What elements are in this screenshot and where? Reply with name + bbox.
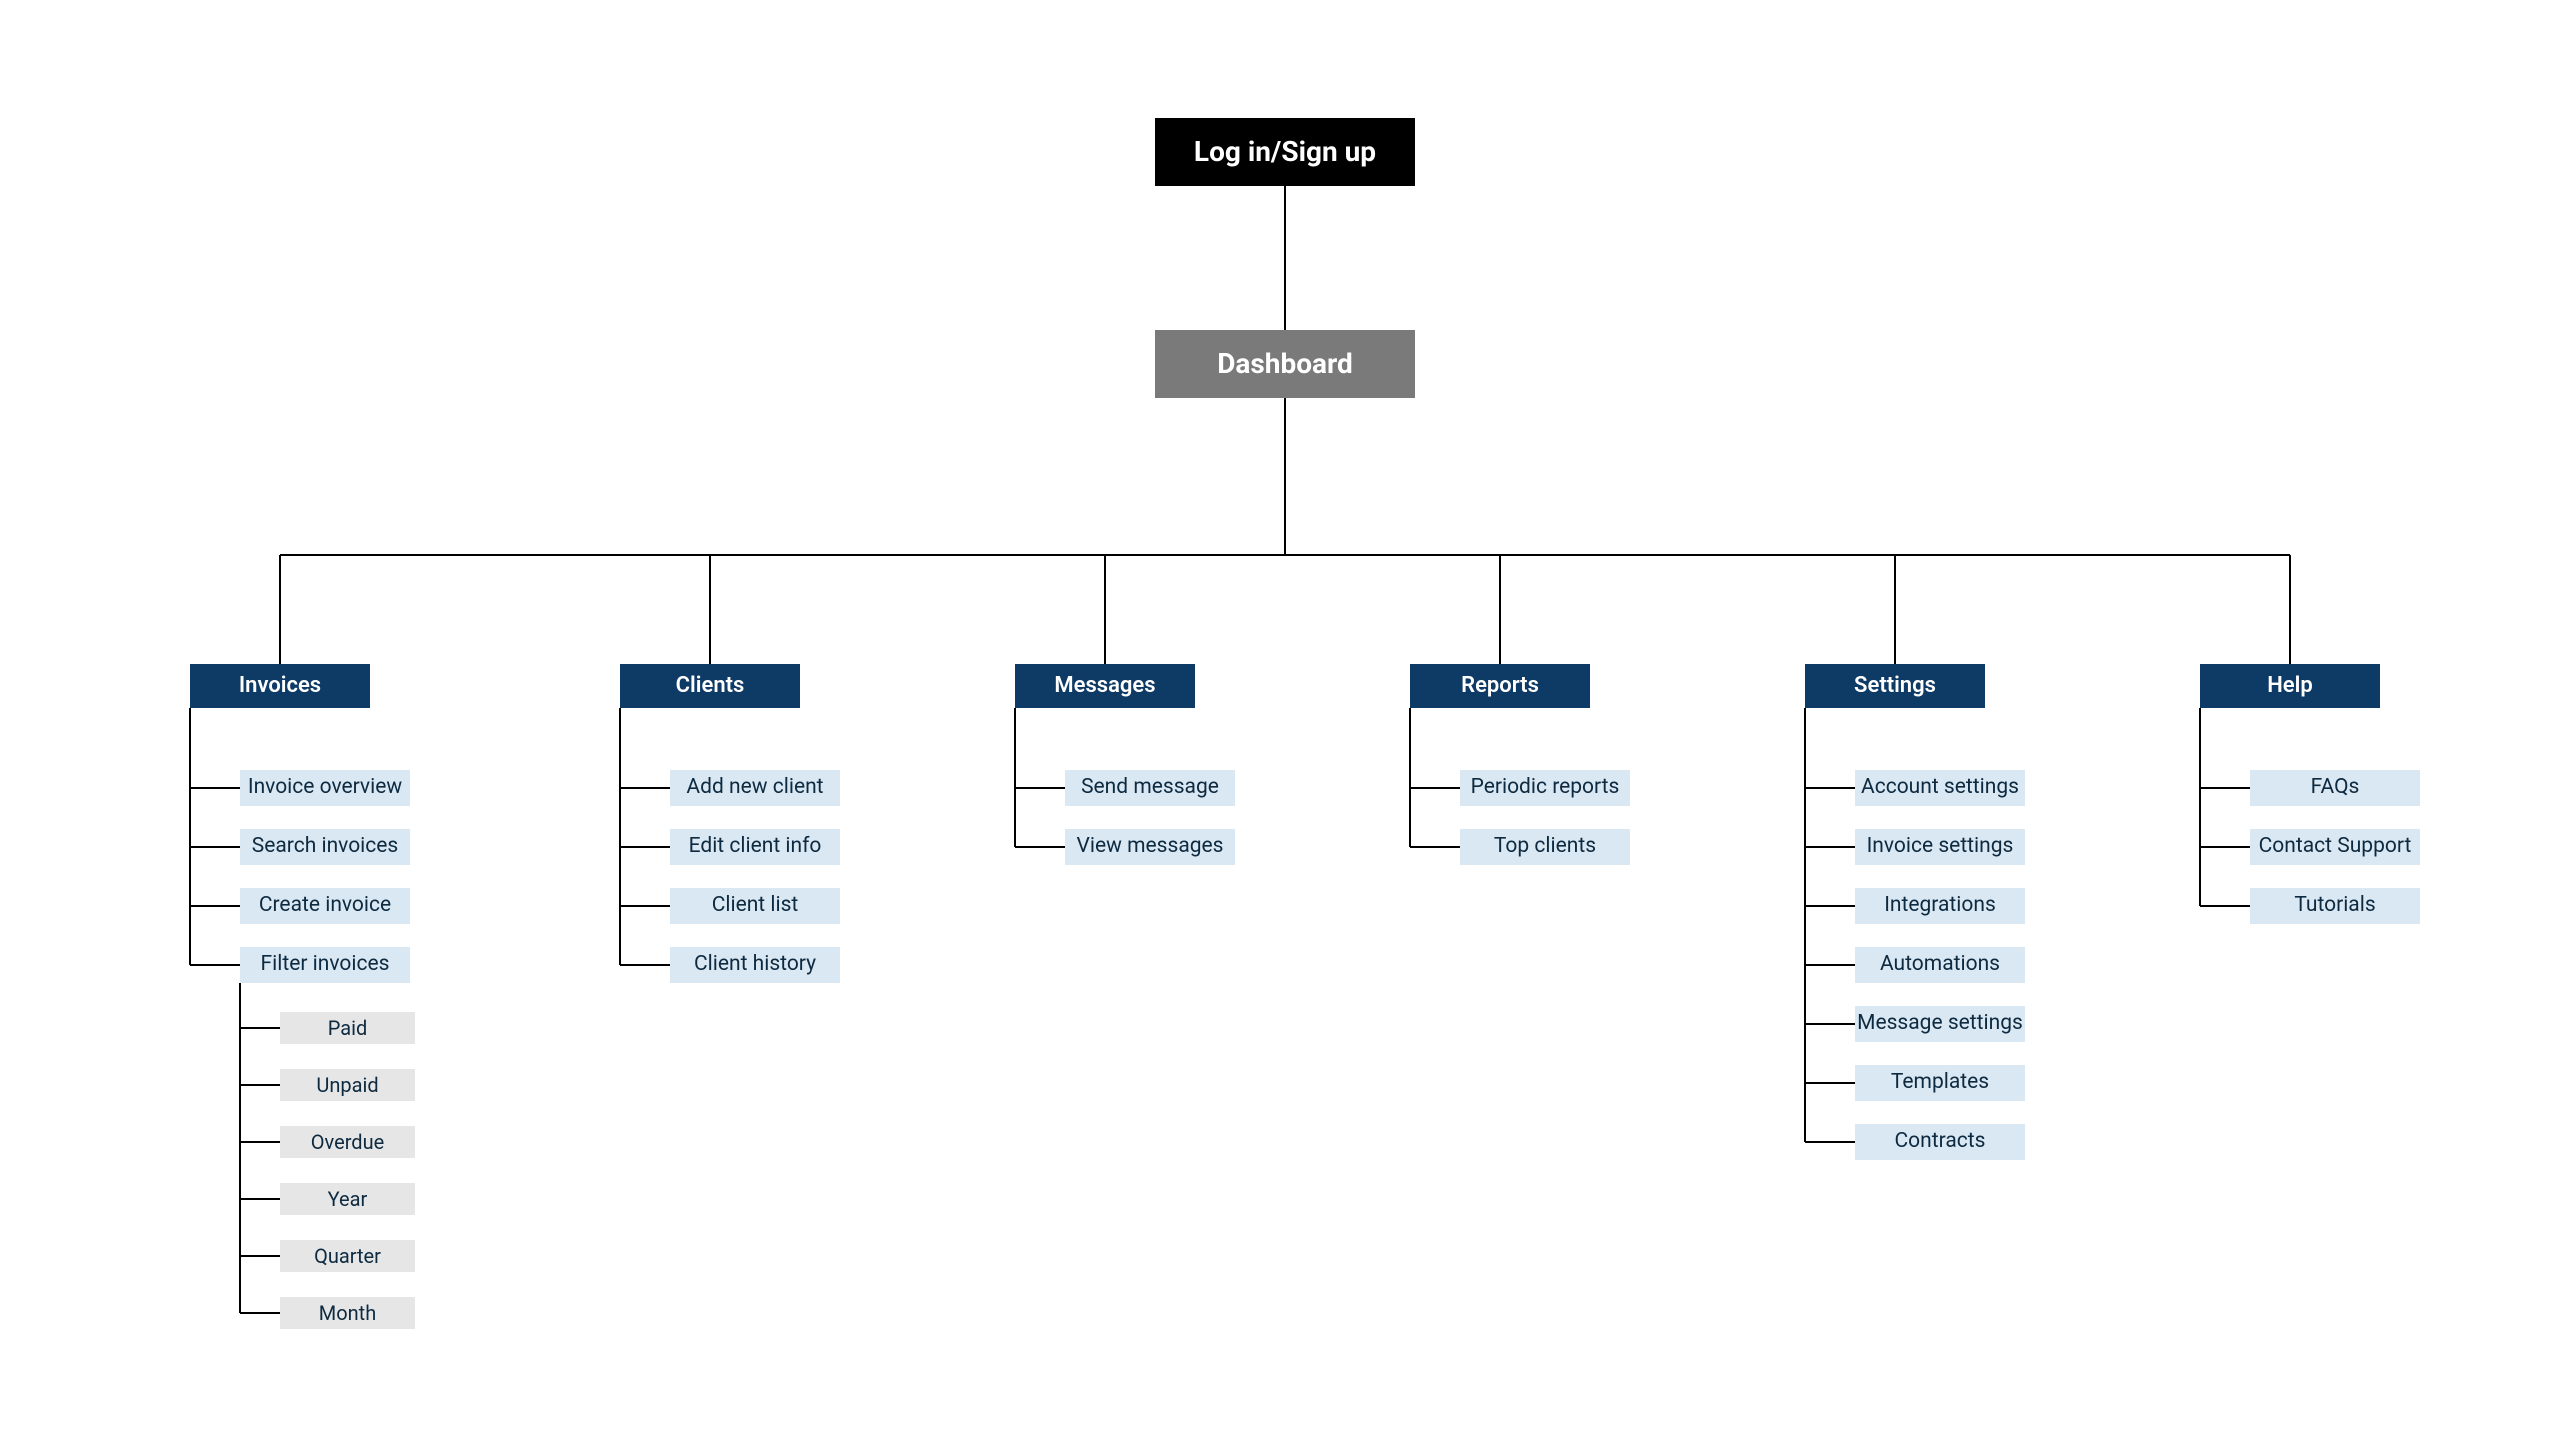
- subitem: Periodic reports: [1460, 770, 1630, 806]
- dashboard-node: Dashboard: [1155, 330, 1415, 398]
- subsubitem: Unpaid: [280, 1069, 415, 1101]
- subsubitem: Month: [280, 1297, 415, 1329]
- subitem: Integrations: [1855, 888, 2025, 924]
- category-messages: Messages: [1015, 664, 1195, 708]
- subitem: Contracts: [1855, 1124, 2025, 1160]
- subsubitem: Paid: [280, 1012, 415, 1044]
- subitem: View messages: [1065, 829, 1235, 865]
- subitem: Send message: [1065, 770, 1235, 806]
- subitem: Client history: [670, 947, 840, 983]
- category-clients: Clients: [620, 664, 800, 708]
- category-invoices: Invoices: [190, 664, 370, 708]
- category-help: Help: [2200, 664, 2380, 708]
- category-settings: Settings: [1805, 664, 1985, 708]
- subitem: Edit client info: [670, 829, 840, 865]
- category-reports: Reports: [1410, 664, 1590, 708]
- subitem: Create invoice: [240, 888, 410, 924]
- subitem: Invoice settings: [1855, 829, 2025, 865]
- subitem: Filter invoices: [240, 947, 410, 983]
- root-node: Log in/Sign up: [1155, 118, 1415, 186]
- subitem: Top clients: [1460, 829, 1630, 865]
- subitem: Contact Support: [2250, 829, 2420, 865]
- subitem: Tutorials: [2250, 888, 2420, 924]
- subitem: Client list: [670, 888, 840, 924]
- subitem: Templates: [1855, 1065, 2025, 1101]
- subsubitem: Year: [280, 1183, 415, 1215]
- subitem: FAQs: [2250, 770, 2420, 806]
- subitem: Search invoices: [240, 829, 410, 865]
- subitem: Account settings: [1855, 770, 2025, 806]
- subitem: Message settings: [1855, 1006, 2025, 1042]
- connector-lines: [0, 0, 2560, 1440]
- subitem: Invoice overview: [240, 770, 410, 806]
- subsubitem: Quarter: [280, 1240, 415, 1272]
- subsubitem: Overdue: [280, 1126, 415, 1158]
- subitem: Add new client: [670, 770, 840, 806]
- subitem: Automations: [1855, 947, 2025, 983]
